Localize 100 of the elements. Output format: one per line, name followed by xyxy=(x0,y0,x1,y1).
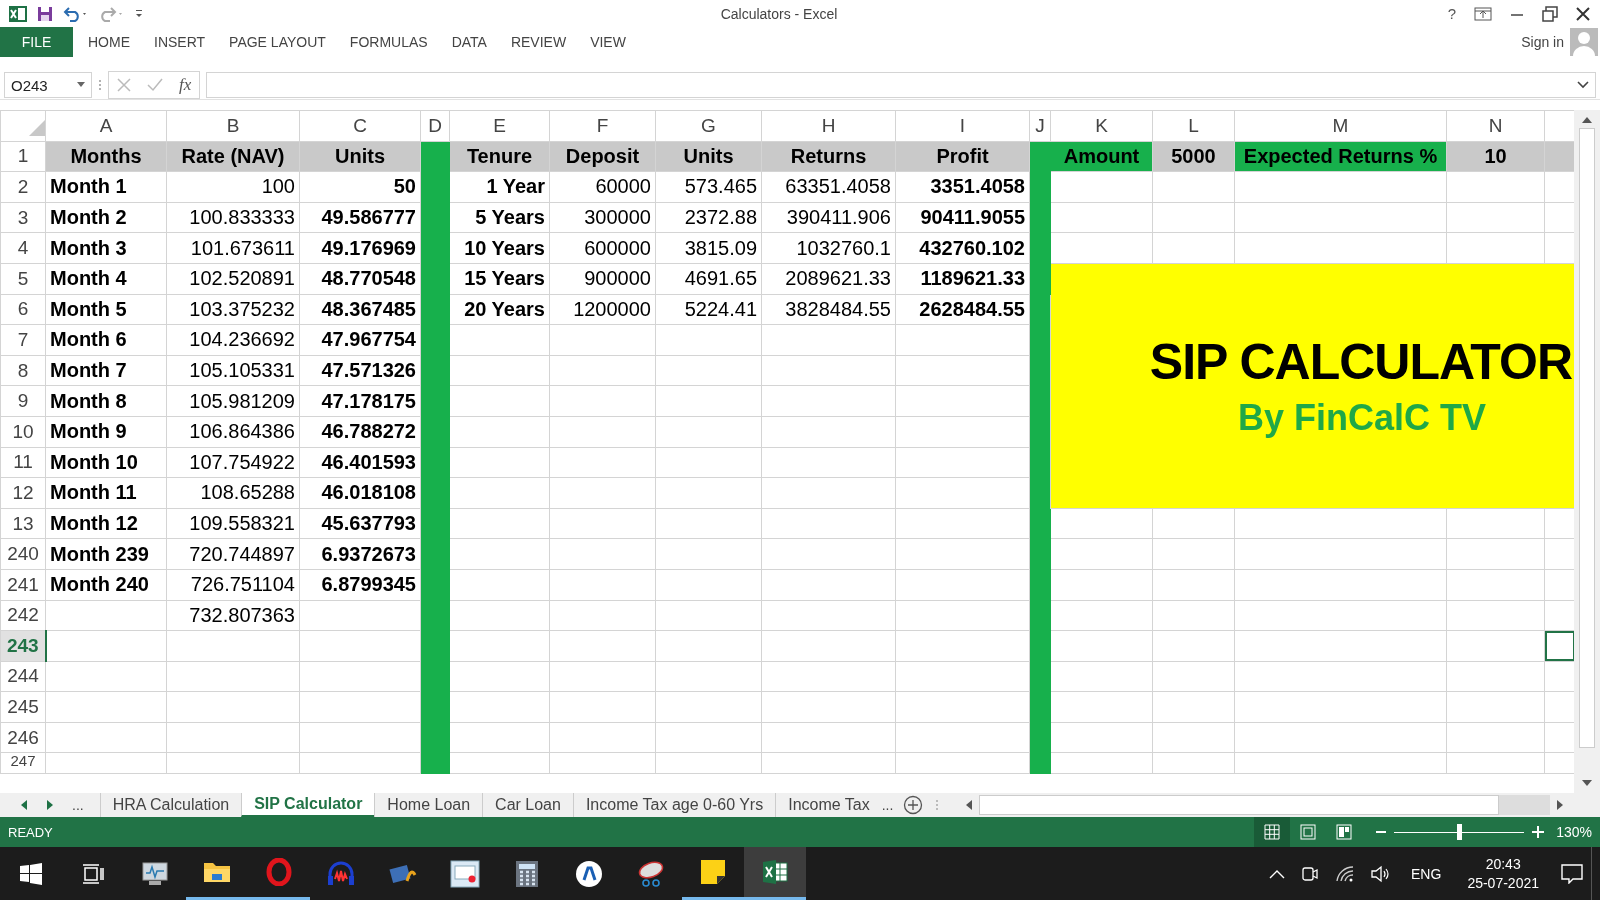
column-header[interactable]: K xyxy=(1050,110,1153,142)
caret-up-icon[interactable] xyxy=(1269,868,1286,879)
sign-in-link[interactable]: Sign in xyxy=(1521,34,1564,50)
close-icon[interactable] xyxy=(1576,6,1590,21)
column-header[interactable]: G xyxy=(655,110,762,142)
formula-input[interactable] xyxy=(206,72,1596,98)
vertical-scrollbar[interactable] xyxy=(1574,110,1600,793)
column-header[interactable]: A xyxy=(45,110,167,142)
row-header[interactable]: 242 xyxy=(0,600,46,631)
row-header[interactable]: 13 xyxy=(0,508,46,539)
page-break-icon xyxy=(1336,824,1353,840)
restore-icon[interactable] xyxy=(1542,5,1558,22)
row-header[interactable]: 247 xyxy=(0,752,46,774)
column-header[interactable]: M xyxy=(1234,110,1447,142)
column-header[interactable]: F xyxy=(549,110,656,142)
column-header[interactable]: J xyxy=(1029,110,1051,142)
grid-icon xyxy=(1264,824,1281,840)
column-header[interactable]: H xyxy=(761,110,896,142)
table-cell: 900000 xyxy=(549,263,656,295)
expand-caret-icon[interactable] xyxy=(1577,81,1589,89)
column-header[interactable]: L xyxy=(1152,110,1235,142)
table-cell: 2628484.55 xyxy=(895,294,1030,325)
ribbon-tab[interactable]: VIEW xyxy=(578,27,638,57)
table-cell: 1 Year xyxy=(449,171,550,203)
row-header[interactable]: 4 xyxy=(0,232,46,264)
taskbar-button[interactable] xyxy=(744,847,806,900)
insert-function-button[interactable]: fx xyxy=(179,75,192,95)
row-header[interactable]: 10 xyxy=(0,416,46,448)
row-header[interactable]: 240 xyxy=(0,538,46,570)
table-cell[interactable] xyxy=(1544,630,1574,662)
ribbon-display-icon[interactable] xyxy=(1474,5,1492,22)
sticky-note-icon xyxy=(700,859,726,885)
page-icon xyxy=(1300,824,1317,840)
notifications-icon[interactable] xyxy=(1561,863,1583,884)
scroll-left-icon[interactable] xyxy=(965,800,974,810)
circle-app-icon xyxy=(575,859,603,888)
table-cell: 2089621.33 xyxy=(761,263,896,295)
table-cell: Month 10 xyxy=(45,447,167,478)
clock-date[interactable]: 25-07-2021 xyxy=(1467,875,1539,891)
column-header[interactable]: D xyxy=(420,110,450,142)
table-cell: 46.788272 xyxy=(299,416,421,448)
checkmark-icon[interactable] xyxy=(147,78,163,92)
speaker-icon[interactable] xyxy=(1371,864,1392,883)
table-cell: 300000 xyxy=(549,202,656,233)
zoom-in-button[interactable] xyxy=(1532,826,1545,838)
next-sheet-icon[interactable] xyxy=(46,800,54,810)
zoom-slider-thumb[interactable] xyxy=(1457,824,1463,840)
row-header[interactable]: 11 xyxy=(0,447,46,478)
row-header[interactable]: 7 xyxy=(0,324,46,356)
customize-caret-icon[interactable] xyxy=(134,7,144,20)
row-header[interactable]: 12 xyxy=(0,477,46,509)
table-cell: Month 240 xyxy=(45,569,167,600)
row-header[interactable]: 1 xyxy=(0,141,46,172)
row-header[interactable]: 243 xyxy=(0,630,46,662)
more-sheets-button[interactable]: ... xyxy=(72,797,84,813)
column-header[interactable]: E xyxy=(449,110,550,142)
row-header[interactable]: 6 xyxy=(0,294,46,325)
wifi-icon[interactable] xyxy=(1335,864,1356,883)
column-header[interactable]: I xyxy=(895,110,1030,142)
banner-title: SIP CALCULATOR xyxy=(1148,332,1572,391)
more-sheets-button[interactable]: ... xyxy=(881,797,894,813)
row-header[interactable]: 245 xyxy=(0,691,46,723)
row-header[interactable]: 244 xyxy=(0,661,46,692)
scroll-up-icon[interactable] xyxy=(1582,116,1592,124)
ribbon-tab[interactable]: INSERT xyxy=(142,27,218,57)
scroll-right-icon[interactable] xyxy=(1556,800,1564,810)
ribbon-tab[interactable]: HOME xyxy=(76,27,142,57)
row-header[interactable]: 246 xyxy=(0,722,46,753)
scroll-down-icon[interactable] xyxy=(1582,779,1592,787)
row-header[interactable]: 8 xyxy=(0,355,46,386)
table-cell: Tenure xyxy=(449,141,550,172)
column-header[interactable]: B xyxy=(166,110,300,142)
zoom-level-button[interactable]: 130% xyxy=(1556,824,1592,840)
row-header[interactable]: 3 xyxy=(0,202,46,233)
help-button[interactable]: ? xyxy=(1447,5,1456,22)
ribbon-tab[interactable]: PAGE LAYOUT xyxy=(217,27,338,57)
windows-icon xyxy=(20,862,42,885)
name-box[interactable]: O243 xyxy=(4,72,92,98)
ribbon-tab[interactable]: FILE xyxy=(0,27,73,57)
previous-sheet-icon[interactable] xyxy=(20,800,28,810)
save-icon[interactable] xyxy=(36,4,54,23)
column-header[interactable]: C xyxy=(299,110,421,142)
table-cell: 5000 xyxy=(1152,141,1235,172)
table-cell: 47.571326 xyxy=(299,355,421,386)
add-sheet-icon[interactable] xyxy=(903,795,924,815)
table-cell: Units xyxy=(655,141,762,172)
ribbon-tab[interactable]: FORMULAS xyxy=(337,27,440,57)
sheet-tab[interactable]: SIP Calculator xyxy=(241,793,375,817)
column-header[interactable]: N xyxy=(1446,110,1545,142)
row-header[interactable]: 2 xyxy=(0,171,46,203)
ribbon-tab[interactable]: REVIEW xyxy=(498,27,579,57)
row-header[interactable]: 5 xyxy=(0,263,46,295)
row-header[interactable]: 9 xyxy=(0,385,46,417)
table-cell: 49.586777 xyxy=(299,202,421,233)
language-indicator[interactable]: ENG xyxy=(1411,865,1442,882)
row-header[interactable]: 241 xyxy=(0,569,46,600)
ribbon-tab[interactable]: DATA xyxy=(439,27,499,57)
clock-time[interactable]: 20:43 xyxy=(1485,856,1521,872)
table-cell: 3351.4058 xyxy=(895,171,1030,203)
view-button[interactable] xyxy=(1254,817,1291,847)
